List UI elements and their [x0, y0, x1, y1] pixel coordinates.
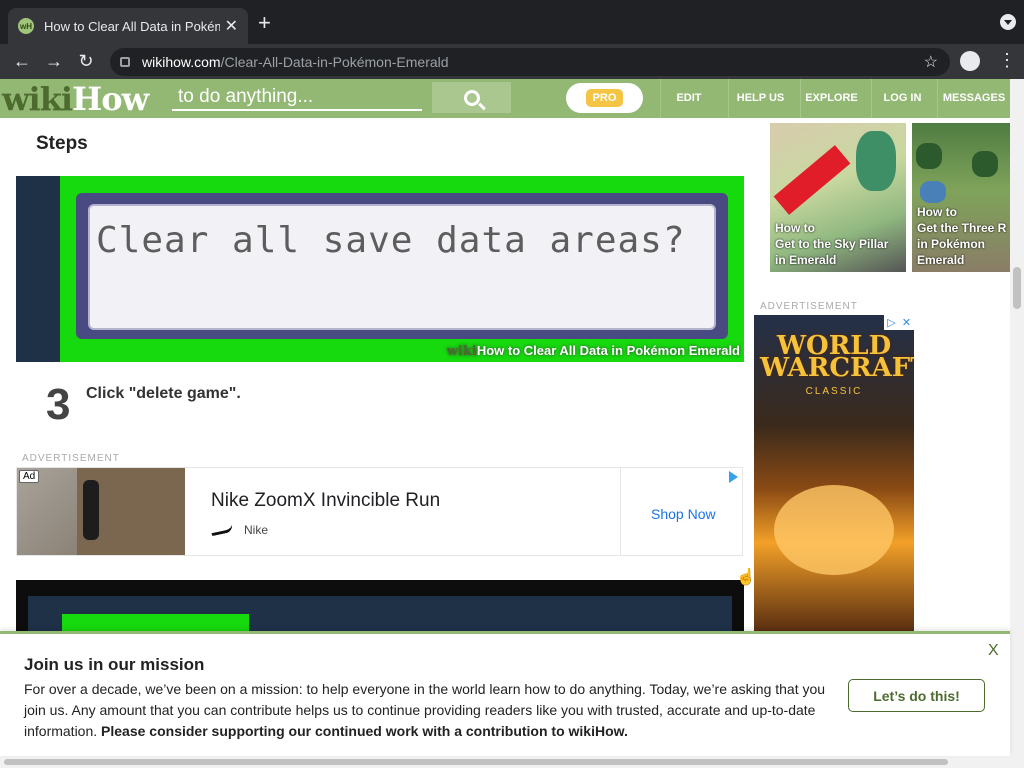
warcraft-ad[interactable]: WORLD WARCRAFT CLASSIC ▷ ✕: [754, 315, 914, 631]
nav-log-in[interactable]: LOG IN: [871, 79, 933, 118]
step-number: 3: [46, 380, 71, 429]
browser-menu-icon[interactable]: ⋮: [998, 50, 1016, 70]
nav-explore[interactable]: EXPLORE: [800, 79, 862, 118]
browser-tab-bar: wH How to Clear All Data in Pokémon Emer…: [0, 0, 1024, 44]
step-image[interactable]: Clear all save data areas? wikiHow to Cl…: [16, 176, 744, 362]
nav-messages[interactable]: MESSAGES: [937, 79, 1010, 118]
pro-label: PRO: [585, 89, 624, 107]
lets-do-this-button[interactable]: Let’s do this!: [848, 679, 985, 712]
adchoices-icon[interactable]: [729, 471, 738, 483]
address-bar[interactable]: wikihow.com/Clear-All-Data-in-Pokémon-Em…: [110, 48, 950, 76]
tab-search-icon[interactable]: [1000, 14, 1016, 30]
caption-line: in Emerald: [775, 253, 837, 267]
dialog-text: Clear all save data areas?: [96, 220, 686, 261]
nike-ad-banner[interactable]: Ad Nike ZoomX Invincible Run Nike Shop N…: [16, 467, 743, 556]
wikihow-logo[interactable]: wikiHow: [2, 80, 149, 118]
related-caption: How to Get to the Sky Pillar in Emerald: [775, 220, 888, 268]
bookmark-star-icon[interactable]: ☆: [924, 52, 938, 72]
section-title: Steps: [36, 133, 88, 154]
back-icon[interactable]: ←: [6, 46, 38, 78]
search-button[interactable]: [432, 82, 511, 113]
wikihow-favicon-icon: wH: [18, 18, 34, 34]
image-frame-green: [62, 614, 249, 632]
ad-close-icon[interactable]: ✕: [899, 315, 914, 330]
thumbnail-pokemon: [856, 131, 896, 191]
horizontal-scroll-thumb[interactable]: [4, 759, 948, 765]
caption-line: Get the Three R: [917, 221, 1007, 235]
sidebar-ad-label: ADVERTISEMENT: [760, 301, 858, 312]
ad-controls: ▷ ✕: [884, 315, 914, 330]
vertical-scroll-thumb[interactable]: [1013, 267, 1021, 309]
ad-divider: [620, 468, 621, 555]
tab-title: How to Clear All Data in Pokémon Emerald: [44, 18, 220, 34]
mission-banner: Join us in our mission For over a decade…: [0, 631, 1010, 756]
next-step-image[interactable]: [16, 580, 744, 632]
watermark-wiki: wiki: [446, 344, 477, 359]
ad-photo[interactable]: Ad: [17, 468, 185, 555]
profile-avatar-icon[interactable]: [960, 51, 980, 71]
caption-line: Get to the Sky Pillar: [775, 237, 889, 251]
related-article-card[interactable]: How to Get the Three R in Pokémon Emeral…: [912, 123, 1010, 272]
thumbnail-pond: [920, 181, 946, 203]
ad-logo-line: WARCRAFT: [760, 353, 914, 383]
search-input[interactable]: to do anything...: [172, 85, 422, 111]
ad-brand: Nike: [244, 523, 269, 537]
reload-icon[interactable]: ↻: [70, 46, 102, 78]
shop-now-button[interactable]: Shop Now: [651, 506, 716, 522]
url-path: /Clear-All-Data-in-Pokémon-Emerald: [220, 54, 449, 70]
forward-icon[interactable]: →: [38, 46, 70, 78]
ad-badge: Ad: [19, 470, 40, 483]
watermark-text: How to Clear All Data in Pokémon Emerald: [476, 343, 740, 358]
site-header: wikiHow to do anything... PRO EDIT HELP …: [0, 79, 1010, 118]
logo-how: How: [72, 80, 149, 118]
vertical-scrollbar[interactable]: [1010, 79, 1024, 768]
caption-line: How to: [775, 221, 815, 235]
lock-icon[interactable]: [120, 57, 130, 67]
thumbnail-tree: [916, 143, 942, 169]
nav-edit[interactable]: EDIT: [660, 79, 717, 118]
caption-line: Emerald: [917, 253, 965, 267]
thumbnail-tree: [972, 151, 998, 177]
mission-body-bold: Please consider supporting our continued…: [101, 723, 628, 739]
browser-tab[interactable]: wH How to Clear All Data in Pokémon Emer…: [8, 8, 248, 44]
pro-button[interactable]: PRO: [566, 83, 643, 113]
horizontal-scrollbar[interactable]: [0, 756, 1010, 768]
ad-label: ADVERTISEMENT: [22, 453, 120, 464]
browser-toolbar: ← → ↻ wikihow.com/Clear-All-Data-in-Poké…: [0, 44, 1024, 79]
related-caption: How to Get the Three R in Pokémon Emeral…: [917, 204, 1010, 268]
nike-swoosh-icon: [210, 523, 234, 537]
ad-fire-art: [774, 485, 894, 575]
mission-title: Join us in our mission: [24, 655, 205, 674]
ad-title[interactable]: Nike ZoomX Invincible Run: [211, 490, 440, 512]
hand-cursor-icon: ☝: [736, 569, 756, 586]
ad-subtitle: CLASSIC: [805, 386, 863, 397]
mission-close-button[interactable]: X: [988, 642, 999, 660]
related-article-card[interactable]: How to Get to the Sky Pillar in Emerald: [770, 123, 906, 272]
tab-close-icon[interactable]: ✕: [225, 16, 238, 36]
step-text: Click "delete game".: [86, 385, 241, 402]
mission-body: For over a decade, we’ve been on a missi…: [24, 679, 836, 742]
ad-photo-runner: [83, 480, 99, 540]
image-watermark: wikiHow to Clear All Data in Pokémon Eme…: [447, 343, 740, 359]
url-host: wikihow.com: [142, 54, 221, 70]
adchoices-icon[interactable]: ▷: [884, 315, 899, 330]
caption-line: How to: [917, 205, 957, 219]
search-icon: [463, 89, 480, 106]
ad-logo: WORLD WARCRAFT: [760, 333, 914, 383]
caption-line: in Pokémon: [917, 237, 986, 251]
image-panel-dark: [16, 176, 60, 362]
new-tab-icon[interactable]: +: [258, 12, 271, 34]
logo-wiki: wiki: [2, 80, 73, 118]
nav-help-us[interactable]: HELP US: [728, 79, 792, 118]
